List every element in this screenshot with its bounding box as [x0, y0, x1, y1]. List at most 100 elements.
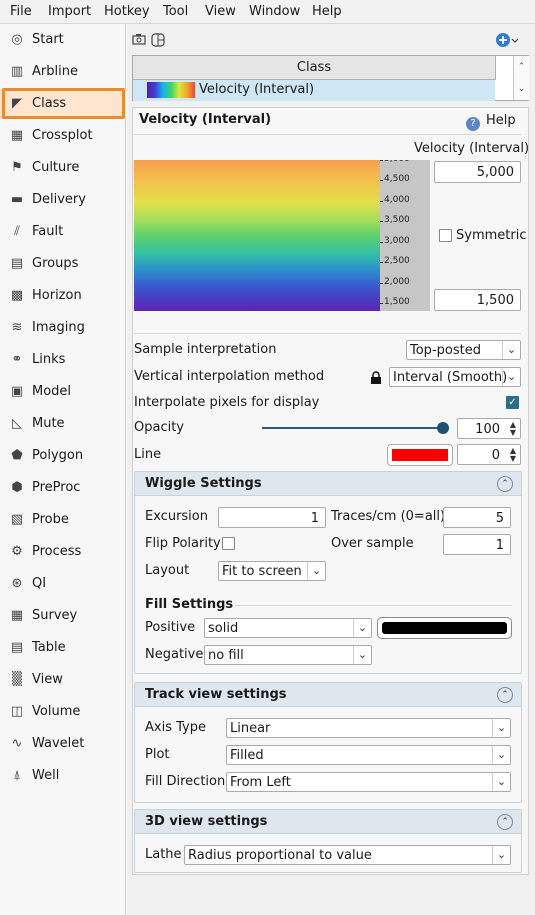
wiggle-settings-header[interactable]: Wiggle Settings ⌃ [135, 472, 521, 496]
menu-view[interactable]: View [205, 4, 236, 19]
sidebar-item-imaging[interactable]: ≋ Imaging [0, 313, 126, 343]
class-row-label: Velocity (Interval) [199, 82, 315, 97]
line-color-button[interactable] [387, 444, 453, 466]
lock-icon[interactable] [370, 371, 382, 385]
opacity-spin-arrows[interactable]: ▲ ▼ [505, 421, 521, 437]
layout-select[interactable]: Fit to screen ⌄ [218, 561, 326, 581]
sidebar-item-table[interactable]: ▤ Table [0, 633, 126, 663]
sample-interpretation-select[interactable]: Top-posted ⌄ [406, 340, 521, 360]
sidebar-item-label: Polygon [32, 448, 84, 463]
chevron-down-icon: ⌄ [502, 368, 520, 386]
opacity-slider-handle[interactable] [437, 422, 449, 434]
sidebar-item-qi[interactable]: ⊛ QI [0, 569, 126, 599]
sidebar-item-wavelet[interactable]: ∿ Wavelet [0, 729, 126, 759]
sidebar-item-model[interactable]: ▣ Model [0, 377, 126, 407]
sidebar-item-arbline[interactable]: ▥ Arbline [0, 57, 126, 87]
menu-import[interactable]: Import [48, 4, 91, 19]
chevron-down-icon: ⌄ [492, 773, 510, 791]
traces-field[interactable]: 5 [443, 507, 511, 528]
start-icon: ◎ [11, 32, 23, 47]
class-row-selected[interactable]: Velocity (Interval) [133, 80, 495, 101]
menu-tool[interactable]: Tool [163, 4, 188, 19]
chevron-down-icon: ⌄ [502, 341, 520, 359]
track-view-header[interactable]: Track view settings ⌃ [135, 683, 521, 707]
opacity-slider-track[interactable] [262, 427, 444, 429]
colorbar [134, 160, 380, 311]
vertical-interp-select[interactable]: Interval (Smooth) ⌄ [389, 367, 521, 387]
sidebar-item-probe[interactable]: ▧ Probe [0, 505, 126, 535]
sidebar-item-well[interactable]: ⍋ Well [0, 761, 126, 791]
symmetric-checkbox[interactable] [439, 229, 452, 242]
sidebar-item-crossplot[interactable]: ▦ Crossplot [0, 121, 126, 151]
sidebar-item-mute[interactable]: ◺ Mute [0, 409, 126, 439]
positive-color-button[interactable] [377, 617, 512, 639]
sidebar-item-culture[interactable]: ⚑ Culture [0, 153, 126, 183]
symmetric-label: Symmetric [456, 228, 527, 243]
collapse-icon[interactable]: ⌃ [497, 814, 513, 830]
add-icon[interactable] [495, 32, 519, 47]
colorbar-label: Velocity (Interval) [414, 141, 530, 156]
scroll-down-icon[interactable]: ⌄ [514, 78, 529, 100]
sidebar-item-label: Survey [32, 608, 78, 623]
scroll-up-icon[interactable]: ⌃ [514, 56, 529, 78]
class-column-header[interactable]: Class [133, 56, 495, 80]
crossplot-icon: ▦ [10, 128, 24, 143]
menu-help[interactable]: Help [312, 4, 342, 19]
sidebar-item-groups[interactable]: ▤ Groups [0, 249, 126, 279]
excursion-field[interactable]: 1 [218, 507, 326, 528]
sidebar-item-links[interactable]: ⚭ Links [0, 345, 126, 375]
max-value-field[interactable]: 5,000 [434, 161, 521, 183]
sidebar-item-fault[interactable]: ⫽ Fault [0, 217, 126, 247]
flip-polarity-checkbox[interactable] [222, 537, 235, 550]
sidebar-item-volume[interactable]: ◫ Volume [0, 697, 126, 727]
sidebar-item-process[interactable]: ⚙ Process [0, 537, 126, 567]
collapse-icon[interactable]: ⌃ [497, 687, 513, 703]
menu-hotkey[interactable]: Hotkey [104, 4, 150, 19]
sidebar-item-view[interactable]: ▒ View [0, 665, 126, 695]
menu-window[interactable]: Window [249, 4, 300, 19]
sidebar-item-delivery[interactable]: ▬ Delivery [0, 185, 126, 215]
colorbar-tick-label: 3,000 [380, 235, 410, 246]
divider [134, 134, 521, 135]
sidebar-item-polygon[interactable]: ⬟ Polygon [0, 441, 126, 471]
line-width-spin-arrows[interactable]: ▲ ▼ [505, 447, 521, 463]
interp-pixels-checkbox[interactable]: ✓ [506, 396, 519, 409]
excursion-label: Excursion [145, 509, 208, 524]
collapse-icon[interactable]: ⌃ [497, 476, 513, 492]
colorbar-tick-label: 2,000 [380, 276, 410, 287]
colorbar-ticks: 5,000 4,500 4,000 3,500 3,000 2,500 2,000 1,500 [380, 160, 430, 311]
line-color-swatch [392, 449, 448, 461]
positive-fill-select[interactable]: solid ⌄ [204, 618, 372, 638]
sidebar-item-label: Process [32, 544, 82, 559]
3d-view-header[interactable]: 3D view settings ⌃ [135, 810, 521, 834]
imaging-icon: ≋ [11, 320, 23, 335]
chevron-down-icon: ⌄ [492, 846, 510, 864]
positive-color-swatch [382, 622, 507, 634]
fill-direction-select[interactable]: From Left ⌄ [226, 772, 511, 792]
sidebar-item-label: Groups [32, 256, 79, 271]
sidebar-item-horizon[interactable]: ▩ Horizon [0, 281, 126, 311]
divider [235, 605, 512, 606]
vertical-interp-label: Vertical interpolation method [134, 369, 325, 384]
mute-icon: ◺ [12, 416, 22, 431]
menu-bar: File Import Hotkey Tool View Window Help [0, 0, 535, 24]
sidebar-item-preproc[interactable]: ⬢ PreProc [0, 473, 126, 503]
plot-select[interactable]: Filled ⌄ [226, 745, 511, 765]
colorbar-tick-label: 4,500 [380, 174, 410, 185]
oversample-field[interactable]: 1 [443, 534, 511, 555]
min-value-field[interactable]: 1,500 [434, 289, 521, 311]
survey-icon: ▦ [10, 608, 24, 623]
layout-icon[interactable] [151, 33, 165, 47]
class-table-scrollbar[interactable]: ⌃ ⌄ [513, 56, 529, 100]
negative-fill-select[interactable]: no fill ⌄ [204, 645, 372, 665]
sidebar-item-start[interactable]: ◎ Start [0, 25, 126, 55]
help-button[interactable]: ? Help [466, 113, 516, 131]
axis-type-select[interactable]: Linear ⌄ [226, 718, 511, 738]
qi-icon: ⊛ [11, 576, 23, 591]
lathe-label: Lathe [145, 847, 182, 862]
lathe-select[interactable]: Radius proportional to value ⌄ [184, 845, 511, 865]
sidebar-item-survey[interactable]: ▦ Survey [0, 601, 126, 631]
snapshot-icon[interactable] [132, 33, 146, 47]
wiggle-settings-title: Wiggle Settings [145, 476, 262, 491]
menu-file[interactable]: File [10, 4, 32, 19]
